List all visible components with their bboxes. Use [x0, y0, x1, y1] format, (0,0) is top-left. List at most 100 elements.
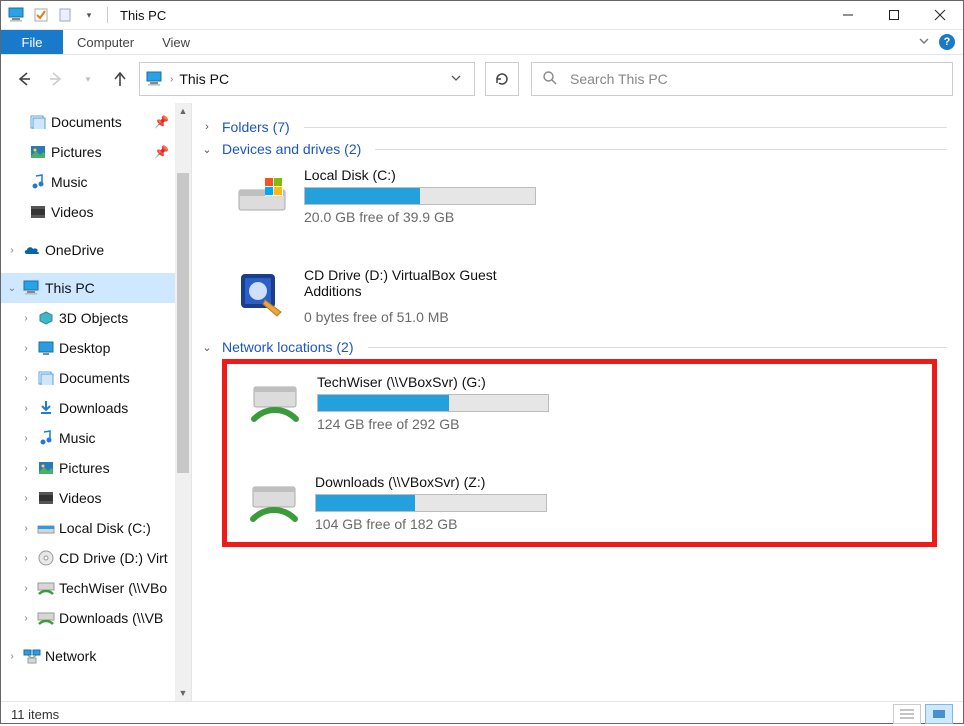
minimize-button[interactable]: [825, 1, 871, 29]
cd-drive-icon: [234, 267, 290, 323]
chevron-right-icon: ›: [200, 121, 214, 133]
quick-access-documents[interactable]: Documents 📌: [1, 107, 175, 137]
view-large-icons-button[interactable]: [925, 704, 953, 724]
pc-icon: [146, 70, 164, 88]
forward-button[interactable]: [43, 66, 69, 92]
tree-pictures[interactable]: ›Pictures: [1, 453, 175, 483]
maximize-button[interactable]: [871, 1, 917, 29]
quick-access-videos[interactable]: Videos: [1, 197, 175, 227]
tree-network-drive-z[interactable]: ›Downloads (\\VB: [1, 603, 175, 633]
qat-properties-icon[interactable]: [31, 5, 51, 25]
title-separator: [107, 7, 108, 23]
drive-free-text: 104 GB free of 182 GB: [315, 516, 547, 532]
back-button[interactable]: [11, 66, 37, 92]
3dobjects-icon: [37, 309, 55, 327]
qat-new-icon[interactable]: [55, 5, 75, 25]
app-icon: [7, 5, 27, 25]
capacity-bar: [304, 187, 536, 205]
tree-downloads[interactable]: ›Downloads: [1, 393, 175, 423]
group-devices[interactable]: ⌄ Devices and drives (2): [200, 141, 947, 157]
scrollbar-thumb[interactable]: [177, 173, 189, 473]
network-drive-icon: [37, 579, 55, 597]
network-drive-icon: [247, 374, 303, 430]
videos-icon: [29, 203, 47, 221]
scroll-down-icon[interactable]: ▼: [175, 685, 191, 701]
tree-music[interactable]: ›Music: [1, 423, 175, 453]
up-button[interactable]: [107, 66, 133, 92]
tree-local-disk[interactable]: ›Local Disk (C:): [1, 513, 175, 543]
close-button[interactable]: [917, 1, 963, 29]
chevron-down-icon: ⌄: [200, 341, 214, 354]
videos-icon: [37, 489, 55, 507]
scroll-up-icon[interactable]: ▲: [175, 103, 191, 119]
computer-tab[interactable]: Computer: [63, 30, 148, 54]
annotation-highlight: TechWiser (\\VBoxSvr) (G:) 124 GB free o…: [222, 359, 937, 547]
drive-local-disk-c[interactable]: Local Disk (C:) 20.0 GB free of 39.9 GB: [230, 161, 618, 231]
network-drive-g[interactable]: TechWiser (\\VBoxSvr) (G:) 124 GB free o…: [243, 368, 591, 438]
capacity-bar: [315, 494, 547, 512]
breadcrumb-location[interactable]: This PC: [179, 71, 229, 87]
pc-icon: [23, 279, 41, 297]
group-network[interactable]: ⌄ Network locations (2): [200, 339, 947, 355]
chevron-down-icon: ⌄: [200, 143, 214, 156]
window-title: This PC: [116, 8, 166, 23]
documents-icon: [29, 113, 47, 131]
desktop-icon: [37, 339, 55, 357]
title-bar: ▾ This PC: [1, 1, 963, 30]
address-bar[interactable]: › This PC: [139, 62, 475, 96]
cd-icon: [37, 549, 55, 567]
status-bar: 11 items: [1, 701, 963, 726]
collapse-icon[interactable]: ⌄: [5, 283, 19, 294]
navigation-pane: Documents 📌 Pictures 📌 Music Videos › On…: [1, 103, 192, 701]
group-folders[interactable]: › Folders (7): [200, 119, 947, 135]
network-drive-icon: [247, 474, 301, 530]
sidebar-scrollbar[interactable]: ▲ ▼: [175, 103, 191, 701]
drive-cd-d[interactable]: CD Drive (D:) VirtualBox Guest Additions…: [230, 261, 558, 331]
expand-icon[interactable]: ›: [5, 245, 19, 256]
drive-icon: [37, 519, 55, 537]
pin-icon: 📌: [154, 115, 169, 129]
drive-free-text: 0 bytes free of 51.0 MB: [304, 309, 554, 325]
qat-dropdown-icon[interactable]: ▾: [79, 5, 99, 25]
ribbon-collapse-icon[interactable]: [917, 34, 931, 51]
pictures-icon: [37, 459, 55, 477]
quick-access-pictures[interactable]: Pictures 📌: [1, 137, 175, 167]
tree-network[interactable]: › Network: [1, 641, 175, 671]
file-tab[interactable]: File: [1, 30, 63, 54]
recent-dropdown[interactable]: ▾: [75, 66, 101, 92]
drive-free-text: 20.0 GB free of 39.9 GB: [304, 209, 614, 225]
search-input[interactable]: [568, 70, 942, 88]
quick-access-music[interactable]: Music: [1, 167, 175, 197]
navigation-bar: ▾ › This PC: [1, 55, 963, 103]
drive-name: TechWiser (\\VBoxSvr) (G:): [317, 374, 587, 390]
music-icon: [29, 173, 47, 191]
address-history-dropdown[interactable]: [444, 72, 468, 87]
search-icon: [542, 70, 558, 89]
tree-onedrive[interactable]: › OneDrive: [1, 235, 175, 265]
network-drive-icon: [37, 609, 55, 627]
music-icon: [37, 429, 55, 447]
network-icon: [23, 647, 41, 665]
tree-videos[interactable]: ›Videos: [1, 483, 175, 513]
help-button[interactable]: ?: [939, 34, 955, 50]
breadcrumb-caret-icon[interactable]: ›: [170, 74, 173, 85]
tree-this-pc[interactable]: ⌄ This PC: [1, 273, 175, 303]
drive-name: CD Drive (D:) VirtualBox Guest Additions: [304, 267, 554, 299]
tree-desktop[interactable]: ›Desktop: [1, 333, 175, 363]
onedrive-icon: [23, 241, 41, 259]
status-item-count: 11 items: [11, 707, 59, 722]
search-box[interactable]: [531, 62, 953, 96]
drive-icon: [234, 167, 290, 223]
view-tab[interactable]: View: [148, 30, 204, 54]
ribbon-tabs: File Computer View ?: [1, 30, 963, 55]
tree-3d-objects[interactable]: ›3D Objects: [1, 303, 175, 333]
tree-network-drive-g[interactable]: ›TechWiser (\\VBo: [1, 573, 175, 603]
drive-name: Local Disk (C:): [304, 167, 614, 183]
view-details-button[interactable]: [893, 704, 921, 724]
network-drive-z[interactable]: Downloads (\\VBoxSvr) (Z:) 104 GB free o…: [243, 468, 551, 538]
tree-cd-drive[interactable]: ›CD Drive (D:) Virt: [1, 543, 175, 573]
refresh-button[interactable]: [485, 62, 519, 96]
content-pane: › Folders (7) ⌄ Devices and drives (2) L…: [192, 103, 963, 701]
capacity-bar: [317, 394, 549, 412]
tree-documents[interactable]: ›Documents: [1, 363, 175, 393]
